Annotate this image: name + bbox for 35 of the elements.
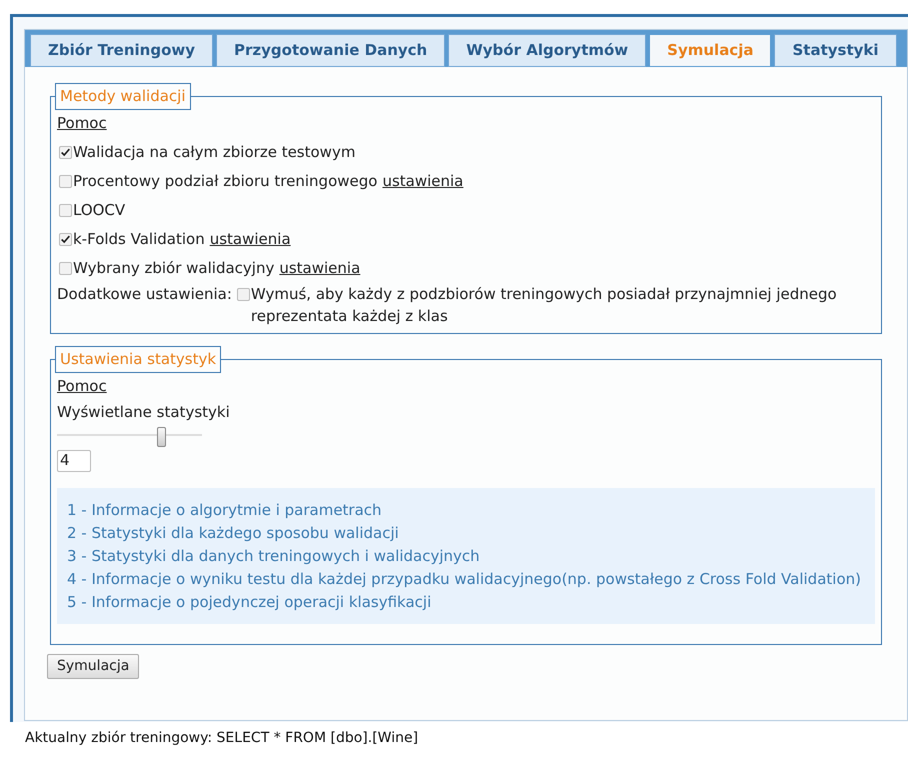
checkbox[interactable] (236, 288, 250, 301)
option-label: k-Folds Validation (73, 228, 205, 250)
section-legend: Ustawienia statystyk (55, 346, 222, 372)
settings-link[interactable]: ustawienia (279, 256, 360, 280)
slider-thumb[interactable] (157, 426, 166, 446)
slider[interactable] (57, 426, 202, 446)
help-link[interactable]: Pomoc (57, 374, 107, 397)
level-description: 4 - Informacje o wyniku testu dla każdej przypadku walidacyjnego(np. powstałego z Cross Fold Validation) (67, 568, 862, 590)
tab[interactable]: Przygotowanie Danych (216, 34, 446, 67)
tab[interactable]: Statystyki (774, 34, 897, 67)
simulate-button[interactable]: Symulacja (47, 654, 140, 678)
checkbox[interactable] (59, 232, 72, 246)
settings-link[interactable]: ustawienia (382, 170, 464, 192)
option-label: Wymuś, aby każdy z podzbiorów treningowych posiadał przynajmniej jednego reprezentata każdej z klas (250, 284, 838, 327)
level-description: 5 - Informacje o pojedynczej operacji klasyfikacji (67, 592, 432, 612)
number-field[interactable]: 4 (57, 450, 91, 472)
tab[interactable]: Wybór Algorytmów (448, 34, 646, 67)
level-description: 1 - Informacje o algorytmie i parametrach (67, 500, 383, 520)
help-link[interactable]: Pomoc (57, 112, 107, 134)
level-description: 2 - Statystyki dla każdego sposobu walidacji (67, 522, 400, 544)
level-description: 3 - Statystyki dla danych treningowych i walidacyjnych (67, 546, 481, 566)
option-label: Wybrany zbiór walidacyjny (73, 258, 274, 279)
section-legend: Metody walidacji (55, 83, 190, 110)
checkbox[interactable] (59, 146, 72, 158)
checkbox[interactable] (59, 262, 72, 274)
checkbox[interactable] (59, 174, 72, 188)
status-text: Aktualny zbiór treningowy: SELECT * FROM [dbo].[Wine] (25, 729, 420, 748)
checkbox[interactable] (59, 204, 72, 216)
settings-link[interactable]: ustawienia (210, 228, 291, 250)
option-label: Procentowy podział zbioru treningowego (73, 170, 378, 192)
tab[interactable]: Zbiór Treningowy (30, 34, 214, 67)
option-label: Dodatkowe ustawienia: (57, 284, 232, 305)
option-label: LOOCV (73, 200, 126, 221)
field-label: Wyświetlane statystyki (57, 402, 231, 423)
option-label: Walidacja na całym zbiorze testowym (73, 142, 356, 163)
